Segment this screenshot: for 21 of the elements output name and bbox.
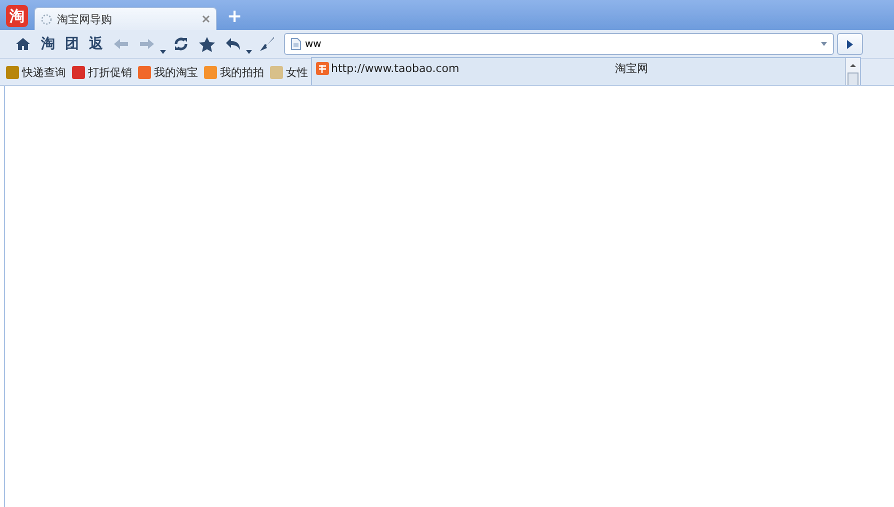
dropdown-caret-icon[interactable] xyxy=(821,42,827,46)
page-icon xyxy=(291,38,301,50)
bookmark-link[interactable]: 我的拍拍 xyxy=(204,64,264,80)
site-logo-icon xyxy=(316,62,329,74)
close-icon[interactable] xyxy=(202,15,210,23)
bookmark-link[interactable]: 女性 xyxy=(270,64,308,80)
suggestion-url: http://www.taobao.com xyxy=(331,62,460,74)
app-logo[interactable]: 淘 xyxy=(6,5,28,27)
toolbar-button[interactable]: 团 xyxy=(60,33,84,55)
tab-title: 淘宝网导购 xyxy=(57,12,113,26)
toolbar-button[interactable]: 返 xyxy=(84,33,108,55)
browser-tab[interactable]: 淘宝网导购 xyxy=(34,7,217,30)
bookmark-link[interactable]: 快递查询 xyxy=(6,64,66,80)
address-bar[interactable]: ww xyxy=(284,33,834,55)
bookmark-link[interactable]: 我的淘宝 xyxy=(138,64,198,80)
suggestion-title: 淘宝网 xyxy=(615,60,648,76)
toolbar-button[interactable]: 淘 xyxy=(36,33,60,55)
go-button[interactable] xyxy=(837,33,863,55)
go-arrow-icon xyxy=(847,40,853,48)
scrollbar[interactable] xyxy=(845,58,860,85)
bookmark-link[interactable]: 打折促销 xyxy=(72,64,132,80)
